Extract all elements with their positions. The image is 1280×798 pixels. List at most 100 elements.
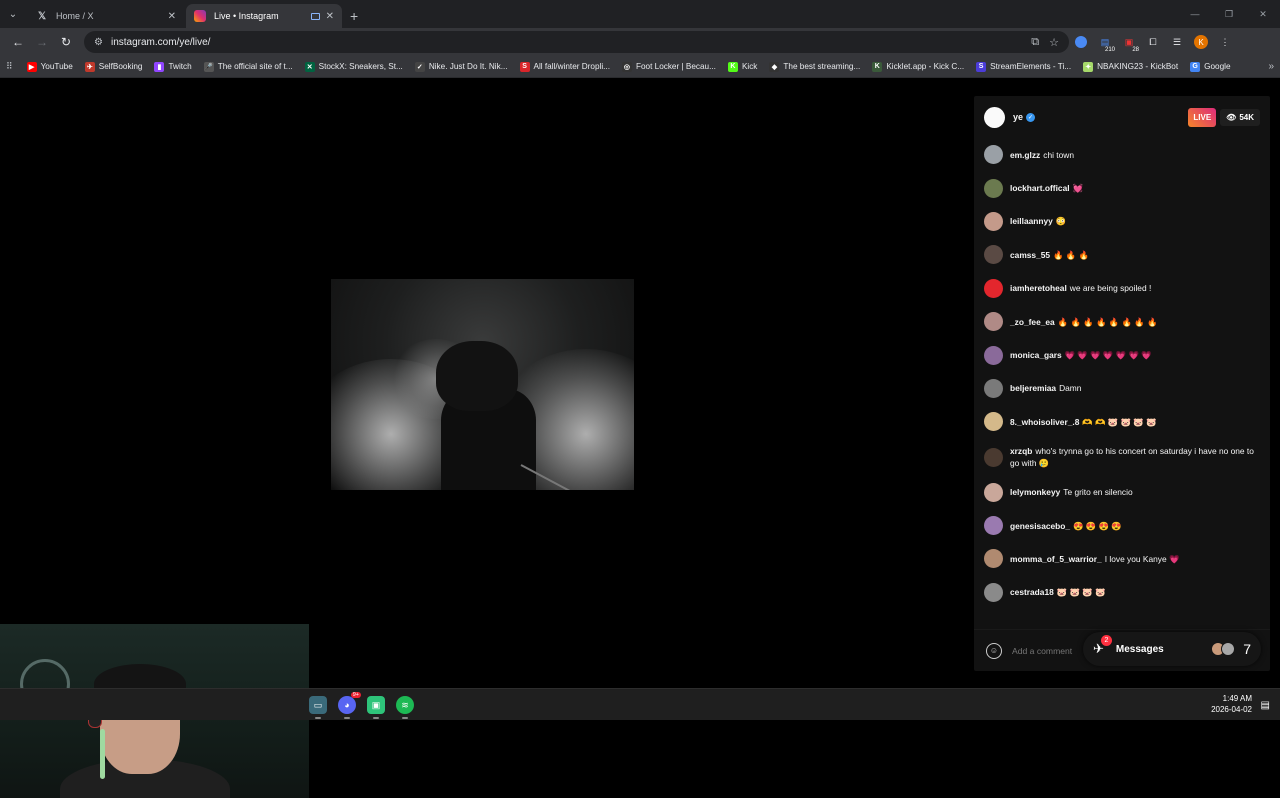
comment-username[interactable]: lelymonkeyy	[1010, 487, 1060, 497]
bookmark-item[interactable]: ✓ Nike. Just Do It. Nik...	[414, 61, 508, 72]
comment-body: xrzqb who's trynna go to his concert on s…	[1010, 445, 1260, 469]
profile-avatar: K	[1194, 35, 1208, 49]
bookmark-item[interactable]: K Kick	[727, 61, 757, 72]
tab-title: Home / X	[56, 11, 94, 21]
bookmark-label: The official site of t...	[217, 62, 293, 71]
tab-search-chevron-icon[interactable]: ⌄	[0, 0, 26, 28]
tab-home-x[interactable]: 𝕏 Home / X ✕	[28, 4, 184, 28]
bookmark-label: SelfBooking	[98, 62, 143, 71]
host-avatar[interactable]	[984, 106, 1005, 128]
comment-input[interactable]	[1012, 645, 1082, 656]
picture-in-picture-icon[interactable]	[310, 12, 320, 20]
more-bookmarks-chevron-icon[interactable]: »	[1268, 61, 1274, 72]
comment-text: I love you Kanye 💗	[1104, 553, 1180, 564]
tab-close-icon[interactable]: ✕	[326, 11, 334, 22]
avatar[interactable]	[984, 582, 1003, 602]
avatar[interactable]	[984, 178, 1003, 198]
minimize-icon[interactable]: —	[1178, 9, 1212, 19]
extension-red-icon[interactable]: ▣ 28	[1117, 31, 1141, 54]
comment-username[interactable]: momma_of_5_warrior_	[1010, 554, 1102, 564]
bookmark-item[interactable]: G Google	[1190, 61, 1231, 72]
discord-icon[interactable]: ◕ 9+	[338, 692, 361, 719]
extensions-puzzle-icon[interactable]: ⧠	[1141, 31, 1165, 53]
comment-body: em.glzz chi town	[1010, 149, 1074, 161]
bookmark-item[interactable]: ▮ Twitch	[154, 61, 192, 72]
avatar[interactable]	[984, 145, 1003, 165]
bookmark-label: StockX: Sneakers, St...	[318, 62, 403, 71]
avatar[interactable]	[984, 312, 1003, 332]
live-video[interactable]	[331, 279, 634, 490]
close-window-icon[interactable]: ✕	[1246, 9, 1280, 20]
avatar[interactable]	[984, 412, 1003, 432]
comment-username[interactable]: monica_gars	[1010, 350, 1062, 360]
url-text[interactable]: instagram.com/ye/live/	[111, 37, 1021, 48]
bookmark-star-icon[interactable]: ☆	[1049, 36, 1059, 49]
notification-icon[interactable]: ▤	[1261, 700, 1270, 711]
site-settings-icon[interactable]: ⚙	[94, 37, 103, 48]
cast-icon[interactable]: ⧉	[1031, 36, 1039, 49]
tab-close-icon[interactable]: ✕	[168, 11, 176, 22]
bookmark-item[interactable]: K Kicklet.app - Kick C...	[872, 61, 964, 72]
new-tab-button[interactable]: +	[350, 4, 358, 28]
comment-username[interactable]: em.glzz	[1010, 150, 1040, 160]
comment-username[interactable]: leillaannyy	[1010, 216, 1053, 226]
address-bar[interactable]: ⚙ instagram.com/ye/live/ ⧉ ☆	[84, 31, 1069, 53]
system-clock[interactable]: 1:49 AM 2026-04-02	[1211, 694, 1252, 716]
bookmark-favicon-icon: ✕	[304, 61, 315, 72]
tab-instagram-live[interactable]: Live • Instagram ✕	[186, 4, 342, 28]
bookmark-label: Twitch	[168, 62, 192, 71]
bookmark-favicon-icon: ▶	[26, 61, 37, 72]
list-item: lelymonkeyy Te grito en silencio	[984, 476, 1260, 509]
reload-icon[interactable]: ↻	[54, 30, 78, 54]
avatar[interactable]	[984, 482, 1003, 502]
avatar[interactable]	[984, 516, 1003, 536]
bookmark-item[interactable]: ✈ SelfBooking	[84, 61, 143, 72]
comment-username[interactable]: genesisacebo_	[1010, 521, 1070, 531]
extension-count: 210	[1104, 47, 1115, 53]
avatar[interactable]	[984, 378, 1003, 398]
bookmark-item[interactable]: S StreamElements - Ti...	[976, 61, 1071, 72]
comment-username[interactable]: cestrada18	[1010, 587, 1054, 597]
emoji-icon[interactable]: ☺	[986, 642, 1002, 659]
extension-count: 28	[1132, 47, 1139, 53]
bookmark-item[interactable]: ▶ YouTube	[26, 61, 73, 72]
forward-arrow-icon[interactable]: →	[30, 30, 54, 54]
bookmark-item[interactable]: ◎ Foot Locker | Becau...	[621, 61, 716, 72]
clock-date: 2026-04-02	[1211, 704, 1252, 714]
comment-username[interactable]: lockhart.offical	[1010, 183, 1070, 193]
messages-button[interactable]: ✈ 2 Messages 7	[1083, 632, 1261, 666]
avatar[interactable]	[984, 245, 1003, 265]
list-item: genesisacebo_ 😍 😍 😍 😍	[984, 509, 1260, 542]
maximize-icon[interactable]: ❐	[1212, 9, 1246, 20]
comment-username[interactable]: 8._whoisoliver_.8	[1010, 417, 1079, 427]
comment-body: 8._whoisoliver_.8 🫶 🫶 🐷 🐷 🐷 🐷	[1010, 416, 1157, 428]
reading-list-icon[interactable]: ☰	[1165, 31, 1189, 53]
back-arrow-icon[interactable]: ←	[6, 30, 30, 54]
extension-blue-icon[interactable]	[1069, 31, 1093, 53]
browser-menu-icon[interactable]: ⋮	[1213, 31, 1237, 53]
extension-stats-icon[interactable]: ▤ 210	[1093, 31, 1117, 54]
avatar[interactable]	[984, 345, 1003, 365]
file-explorer-icon[interactable]: ▭	[309, 696, 327, 719]
apps-grid-icon[interactable]: ⠿	[6, 61, 13, 72]
bookmark-item[interactable]: ✕ StockX: Sneakers, St...	[304, 61, 403, 72]
host-username[interactable]: ye	[1013, 112, 1023, 122]
comment-username[interactable]: _zo_fee_ea	[1010, 317, 1055, 327]
comment-username[interactable]: xrzqb	[1010, 446, 1032, 456]
profile-button[interactable]: K	[1189, 31, 1213, 53]
avatar[interactable]	[984, 447, 1003, 467]
comment-username[interactable]: beljeremiaa	[1010, 383, 1056, 393]
avatar[interactable]	[984, 278, 1003, 298]
list-item: monica_gars 💗 💗 💗 💗 💗 💗 💗	[984, 338, 1260, 371]
avatar[interactable]	[984, 211, 1003, 231]
comment-username[interactable]: iamheretoheal	[1010, 283, 1067, 293]
bookmark-item[interactable]: ◆ The best streaming...	[769, 61, 860, 72]
spotify-icon[interactable]: ≋	[396, 696, 414, 719]
game-launcher-icon[interactable]: ▣	[367, 696, 385, 719]
bookmark-item[interactable]: 🎤 The official site of t...	[203, 61, 293, 72]
bookmark-item[interactable]: ✦ NBAKING23 - KickBot	[1083, 61, 1178, 72]
comment-username[interactable]: camss_55	[1010, 250, 1050, 260]
avatar[interactable]	[984, 549, 1003, 569]
bookmarks-bar: ⠿ ▶ YouTube ✈ SelfBooking ▮ Twitch 🎤 The offici…	[0, 56, 1280, 78]
bookmark-item[interactable]: S All fall/winter Dropli...	[519, 61, 610, 72]
